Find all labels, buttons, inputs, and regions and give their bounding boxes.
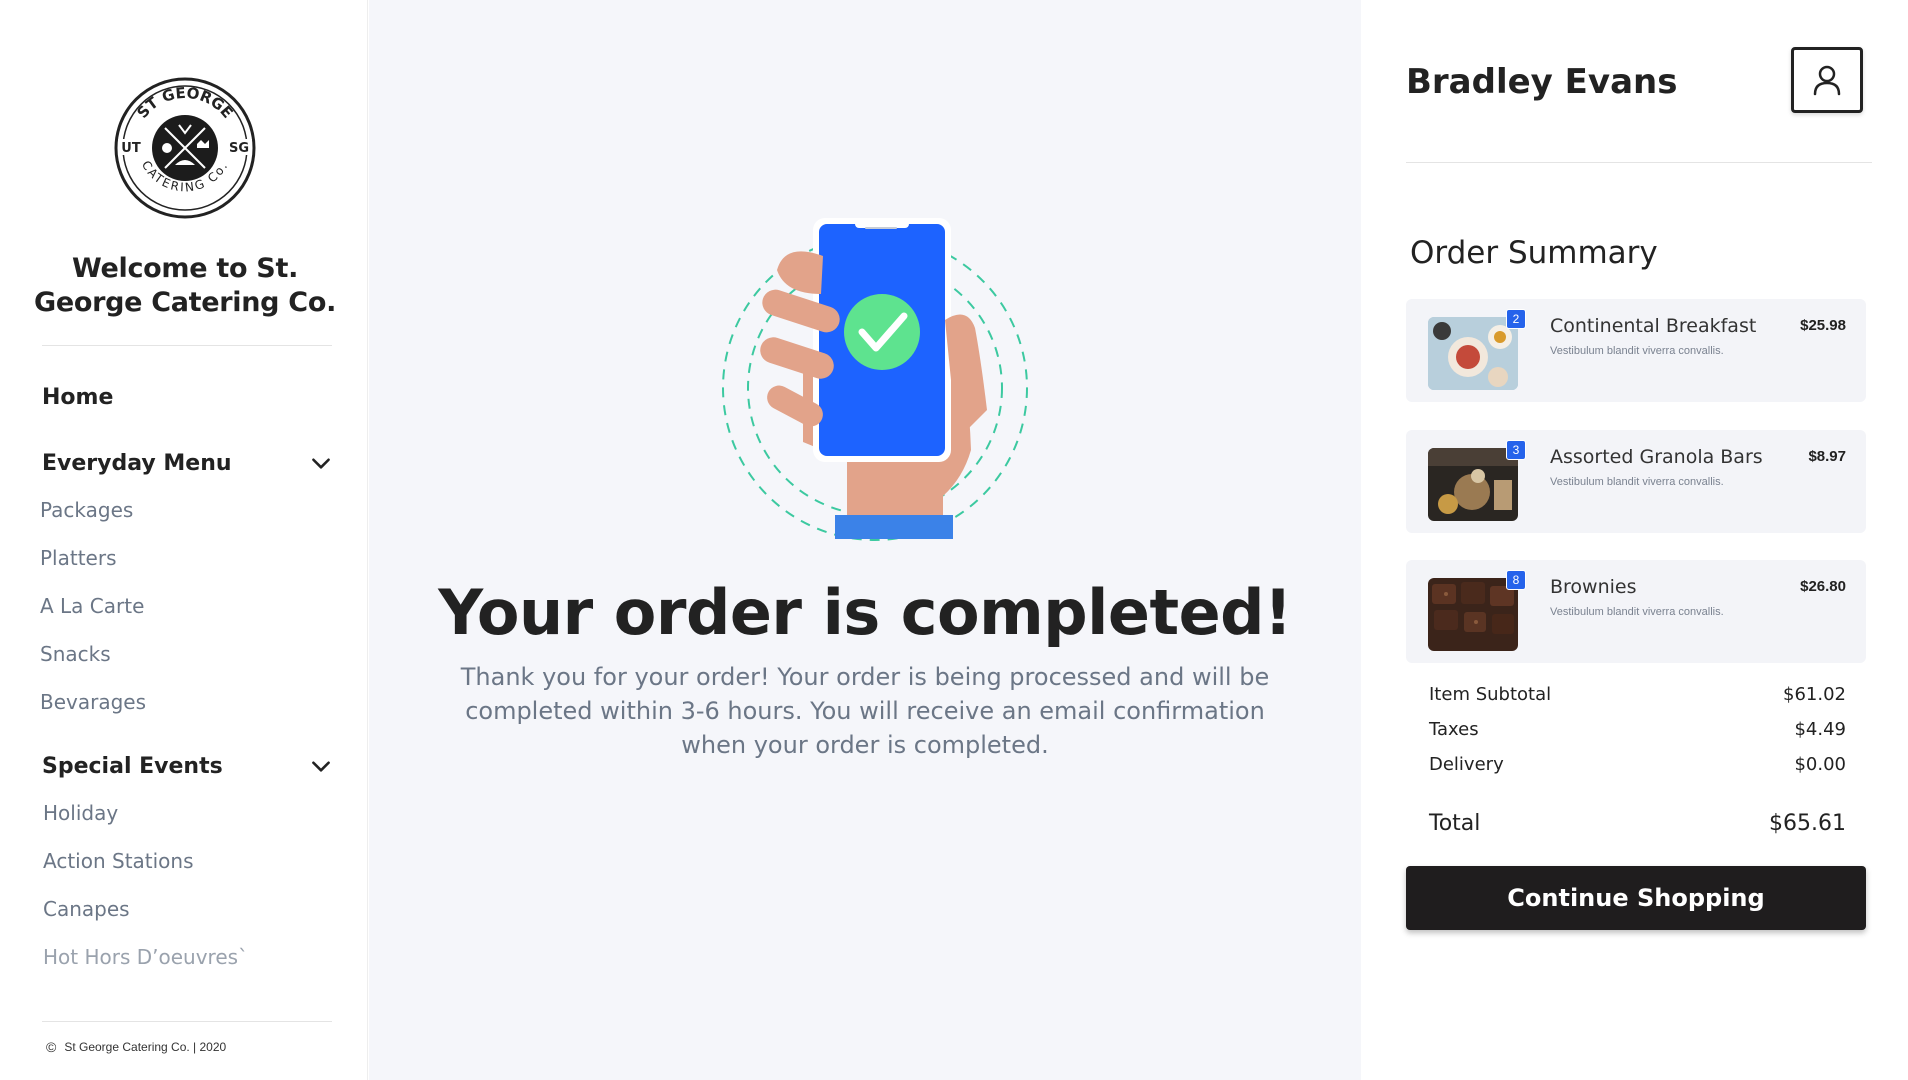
item-description: Vestibulum blandit viverra convallis. [1550,345,1724,357]
user-icon [1813,65,1841,96]
svg-text:UT: UT [121,141,141,156]
item-image-brownies [1428,578,1518,651]
item-description: Vestibulum blandit viverra convallis. [1550,476,1724,488]
nav-section-label: Special Events [42,753,223,779]
nav-item-action-stations[interactable]: Action Stations [43,849,194,873]
nav-item-packages[interactable]: Packages [40,498,133,522]
item-name: Continental Breakfast [1550,315,1757,337]
quantity-badge: 8 [1506,570,1526,590]
total-row: Total $65.61 [1429,811,1846,836]
subtotal-value: $61.02 [1783,684,1846,705]
copyright-icon: © [46,1039,57,1055]
nav-home[interactable]: Home [42,385,113,410]
order-summary-title: Order Summary [1410,235,1658,271]
item-price: $8.97 [1808,448,1846,465]
delivery-row: Delivery $0.00 [1429,754,1846,775]
item-price: $26.80 [1800,578,1846,595]
subtotal-label: Item Subtotal [1429,684,1552,705]
item-image-continental-breakfast [1428,317,1518,390]
footer-text: St George Catering Co. | 2020 [64,1040,227,1054]
item-price: $25.98 [1800,317,1846,334]
item-image-granola-bars [1428,448,1518,521]
nav-section-special-events[interactable]: Special Events [42,749,334,783]
brand-logo[interactable]: ST GEORGE CATERING Co. UT SG [109,77,261,219]
order-item[interactable]: 3 Assorted Granola Bars Vestibulum bland… [1406,430,1866,533]
quantity-badge: 2 [1506,309,1526,329]
delivery-value: $0.00 [1794,754,1846,775]
user-name: Bradley Evans [1406,62,1678,102]
order-panel: Bradley Evans Order Summary 2 Continenta… [1361,0,1908,1080]
delivery-label: Delivery [1429,754,1504,775]
nav-item-snacks[interactable]: Snacks [40,642,111,666]
phone-success-illustration [722,218,1028,541]
svg-text:SG: SG [229,141,249,156]
taxes-value: $4.49 [1794,719,1846,740]
order-complete-message: Thank you for your order! Your order is … [460,663,1270,759]
profile-button[interactable] [1791,47,1863,113]
item-name: Brownies [1550,576,1637,598]
nav-item-a-la-carte[interactable]: A La Carte [40,594,144,618]
nav-item-hot-hors-doeuvres[interactable]: Hot Hors D’oeuvres` [43,945,248,969]
nav-item-canapes[interactable]: Canapes [43,897,130,921]
item-description: Vestibulum blandit viverra convallis. [1550,606,1724,618]
nav-section-everyday-menu[interactable]: Everyday Menu [42,446,334,480]
sidebar: ST GEORGE CATERING Co. UT SG Welcome to … [0,0,368,1080]
main-content: Your order is completed! Thank you for y… [369,0,1361,1080]
divider [42,1021,332,1022]
taxes-row: Taxes $4.49 [1429,719,1846,740]
quantity-badge: 3 [1506,440,1526,460]
nav-item-bevarages[interactable]: Bevarages [40,690,146,714]
subtotal-row: Item Subtotal $61.02 [1429,684,1846,705]
continue-shopping-button[interactable]: Continue Shopping [1406,866,1866,930]
order-item[interactable]: 8 Brownies Vestibulum blandit viverra co… [1406,560,1866,663]
chevron-down-icon[interactable] [308,753,334,779]
item-name: Assorted Granola Bars [1550,446,1763,468]
welcome-heading: Welcome to St. George Catering Co. [33,253,337,318]
nav-item-platters[interactable]: Platters [40,546,117,570]
chevron-down-icon[interactable] [308,450,334,476]
taxes-label: Taxes [1429,719,1479,740]
divider [42,345,332,346]
nav-item-holiday[interactable]: Holiday [43,801,118,825]
divider [1406,162,1872,163]
total-value: $65.61 [1769,811,1846,836]
order-complete-heading: Your order is completed! [438,576,1292,649]
footer: © St George Catering Co. | 2020 [46,1039,226,1055]
total-label: Total [1429,811,1481,836]
nav-section-label: Everyday Menu [42,450,232,476]
order-item[interactable]: 2 Continental Breakfast Vestibulum bland… [1406,299,1866,402]
